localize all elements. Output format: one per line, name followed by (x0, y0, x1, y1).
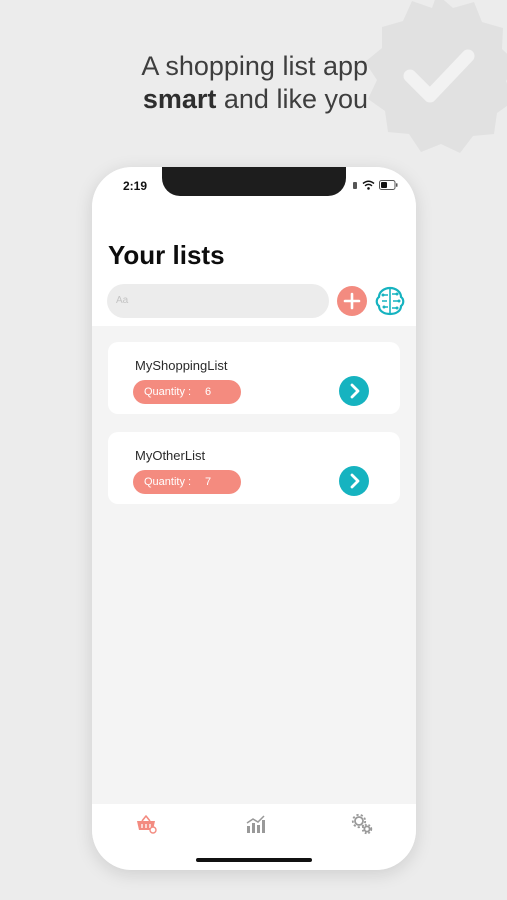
quantity-label: Quantity : (144, 386, 192, 398)
verified-badge-icon (365, 0, 507, 153)
list-item[interactable]: MyShoppingList Quantity : 6 (108, 342, 400, 414)
promo-line-1: A shopping list app (141, 51, 368, 81)
tab-lists[interactable] (135, 813, 157, 835)
signal-icon (353, 182, 357, 189)
add-list-button[interactable] (337, 286, 367, 316)
quantity-label: Quantity : (144, 476, 192, 488)
battery-icon (379, 180, 398, 190)
list-name: MyOtherList (135, 448, 206, 463)
basket-icon (137, 815, 157, 834)
status-time: 2:19 (123, 179, 148, 193)
wifi-icon (362, 180, 375, 190)
stats-chart-icon (246, 815, 265, 833)
tab-settings[interactable] (351, 813, 373, 835)
chevron-right-icon (350, 383, 360, 399)
promo-headline: A shopping list app smart and like you (0, 50, 368, 116)
open-list-button[interactable] (339, 376, 369, 406)
quantity-badge: Quantity : 7 (133, 470, 241, 494)
promo-bold-word: smart (142, 84, 217, 114)
ai-brain-icon[interactable] (375, 285, 405, 317)
gears-icon (351, 813, 373, 835)
phone-frame: 2:19 Your lists Aa MyShoppingList Quanti… (92, 167, 416, 870)
page-title: Your lists (108, 240, 225, 270)
open-list-button[interactable] (339, 466, 369, 496)
tab-bar (92, 804, 416, 870)
chevron-right-icon (350, 473, 360, 489)
promo-line-2-rest: and like you (216, 84, 368, 114)
home-indicator (196, 858, 312, 862)
status-icons (352, 180, 398, 190)
promo-line-2: smart and like you (0, 83, 368, 116)
quantity-value: 6 (205, 386, 212, 398)
quantity-badge: Quantity : 6 (133, 380, 241, 404)
tab-stats[interactable] (244, 813, 266, 835)
plus-icon (343, 292, 361, 310)
search-placeholder: Aa (116, 295, 129, 306)
phone-notch (162, 167, 346, 196)
quantity-value: 7 (205, 476, 212, 488)
list-name: MyShoppingList (135, 358, 228, 373)
list-item[interactable]: MyOtherList Quantity : 7 (108, 432, 400, 504)
search-input[interactable]: Aa (107, 284, 329, 318)
